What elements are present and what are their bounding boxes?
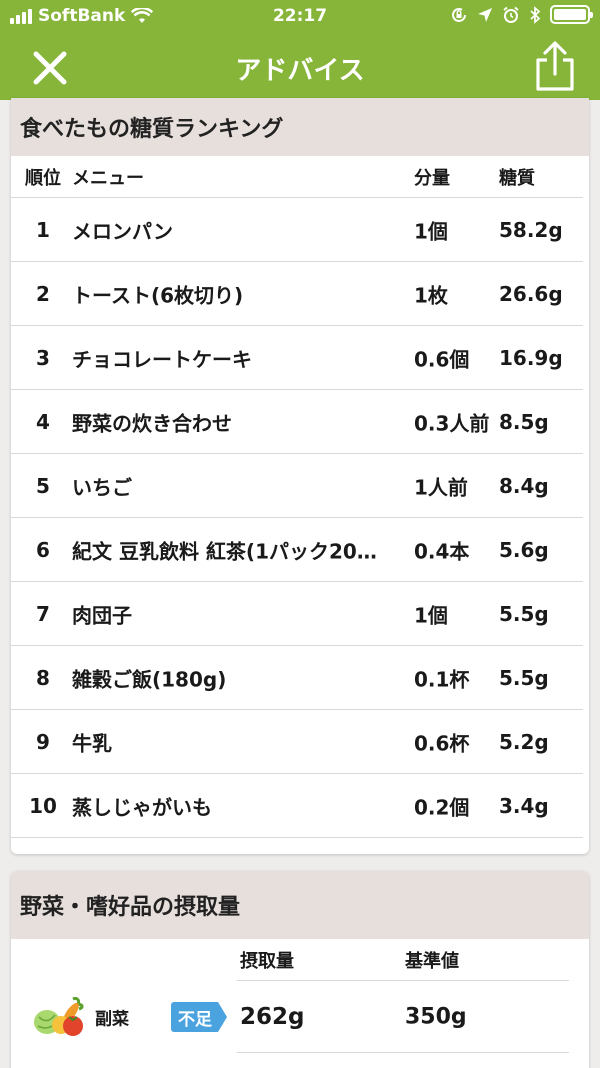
ranking-row[interactable]: 6 紀文 豆乳飲料 紅茶(1パック20… 0.4本 5.6g <box>11 518 583 582</box>
ranking-menu: チョコレートケーキ <box>72 347 252 371</box>
ranking-quantity: 1個 <box>414 219 448 243</box>
share-button[interactable] <box>532 40 578 92</box>
header-rank: 順位 <box>25 167 61 189</box>
sugar-ranking-card: 食べたもの糖質ランキング 順位 メニュー 分量 糖質 1 メロンパン 1個 58.2g… <box>11 98 589 854</box>
ranking-sugar: 5.5g <box>499 601 549 626</box>
ranking-sugar: 5.6g <box>499 537 549 562</box>
ranking-row[interactable]: 3 チョコレートケーキ 0.6個 16.9g <box>11 326 583 390</box>
ranking-row[interactable]: 9 牛乳 0.6杯 5.2g <box>11 710 583 774</box>
ranking-rank: 10 <box>29 793 57 818</box>
status-right <box>450 5 593 24</box>
header-intake: 摂取量 <box>240 951 294 972</box>
ranking-rank: 1 <box>36 217 50 242</box>
ranking-column-headers: 順位 メニュー 分量 糖質 <box>11 156 583 198</box>
ranking-row[interactable]: 8 雑穀ご飯(180g) 0.1杯 5.5g <box>11 646 583 710</box>
ranking-sugar: 3.4g <box>499 793 549 818</box>
ranking-row[interactable]: 4 野菜の炊き合わせ 0.3人前 8.5g <box>11 390 583 454</box>
header-menu: メニュー <box>72 167 144 189</box>
header-sugar: 糖質 <box>499 167 535 189</box>
vegetable-row-side-dish[interactable]: 副菜 不足 262g 350g <box>11 981 589 1053</box>
ranking-row[interactable]: 2 トースト(6枚切り) 1枚 26.6g <box>11 262 583 326</box>
ranking-menu: 牛乳 <box>72 731 112 755</box>
ranking-quantity: 0.2個 <box>414 795 470 819</box>
ranking-menu: 肉団子 <box>72 603 132 627</box>
ranking-sugar: 16.9g <box>499 345 563 370</box>
side-dish-label: 副菜 <box>95 1009 129 1030</box>
side-dish-intake: 262g <box>240 1004 305 1030</box>
ranking-menu: トースト(6枚切り) <box>72 283 244 307</box>
vegetables-icon <box>34 997 84 1036</box>
ranking-rank: 4 <box>36 409 50 434</box>
status-badge: 不足 <box>171 1002 227 1032</box>
vegetable-column-headers: 摂取量 基準値 <box>11 939 589 981</box>
vegetable-title: 野菜・嗜好品の摂取量 <box>11 871 589 939</box>
ranking-menu: メロンパン <box>72 219 173 243</box>
ranking-row[interactable]: 7 肉団子 1個 5.5g <box>11 582 583 646</box>
ranking-rank: 2 <box>36 281 50 306</box>
ranking-quantity: 0.6個 <box>414 347 470 371</box>
ranking-menu: 雑穀ご飯(180g) <box>72 667 227 691</box>
ranking-sugar: 26.6g <box>499 281 563 306</box>
app-header: SoftBank 22:17 アドバイス <box>0 0 600 100</box>
ranking-quantity: 0.1杯 <box>414 667 470 691</box>
ranking-menu: 野菜の炊き合わせ <box>72 411 232 435</box>
bluetooth-icon <box>530 5 541 24</box>
battery-icon <box>550 5 593 24</box>
ranking-quantity: 0.6杯 <box>414 731 470 755</box>
ranking-rank: 3 <box>36 345 50 370</box>
ranking-rank: 5 <box>36 473 50 498</box>
rotation-lock-icon <box>452 7 466 22</box>
ranking-rows: 1 メロンパン 1個 58.2g 2 トースト(6枚切り) 1枚 26.6g 3 チョコレートケー… <box>11 198 589 838</box>
ranking-sugar: 8.5g <box>499 409 549 434</box>
alarm-icon <box>503 6 519 23</box>
ranking-rank: 7 <box>36 601 50 626</box>
ranking-rank: 6 <box>36 537 50 562</box>
header-quantity: 分量 <box>414 167 450 189</box>
ranking-sugar: 5.5g <box>499 665 549 690</box>
vegetable-intake-card: 野菜・嗜好品の摂取量 摂取量 基準値 副菜 不足 262g 350g <box>11 871 589 1068</box>
ranking-quantity: 1人前 <box>414 475 468 499</box>
ranking-menu: いちご <box>72 475 132 499</box>
ranking-quantity: 0.4本 <box>414 539 470 563</box>
side-dish-standard: 350g <box>405 1004 467 1030</box>
ranking-title: 食べたもの糖質ランキング <box>11 98 589 156</box>
page-title: アドバイス <box>235 56 365 86</box>
ranking-rank: 8 <box>36 665 50 690</box>
status-bar: SoftBank 22:17 <box>0 0 600 34</box>
ranking-row[interactable]: 10 蒸しじゃがいも 0.2個 3.4g <box>11 774 583 838</box>
ranking-menu: 紀文 豆乳飲料 紅茶(1パック20… <box>72 539 377 563</box>
ranking-quantity: 1個 <box>414 603 448 627</box>
ranking-sugar: 58.2g <box>499 217 563 242</box>
ranking-menu: 蒸しじゃがいも <box>72 795 212 819</box>
ranking-row[interactable]: 5 いちご 1人前 8.4g <box>11 454 583 518</box>
ranking-sugar: 8.4g <box>499 473 549 498</box>
header-standard: 基準値 <box>405 951 459 972</box>
ranking-row[interactable]: 1 メロンパン 1個 58.2g <box>11 198 583 262</box>
ranking-quantity: 0.3人前 <box>414 411 490 435</box>
location-icon <box>478 7 492 22</box>
ranking-rank: 9 <box>36 729 50 754</box>
ranking-quantity: 1枚 <box>414 283 448 307</box>
ranking-sugar: 5.2g <box>499 729 549 754</box>
